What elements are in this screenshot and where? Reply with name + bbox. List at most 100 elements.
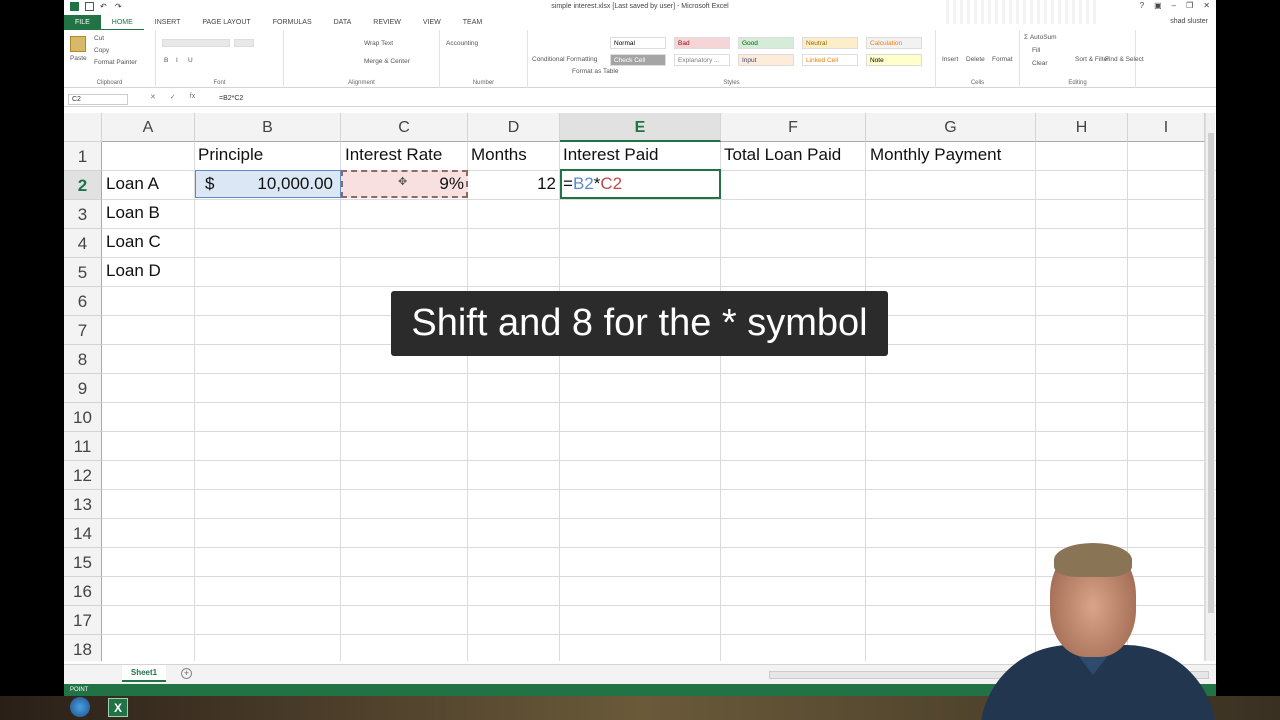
number-format-select[interactable]: Accounting (446, 40, 478, 47)
style-explanatory[interactable]: Explanatory ... (674, 54, 730, 66)
style-good[interactable]: Good (738, 37, 794, 49)
cell-c2[interactable]: 9% (408, 170, 464, 198)
tab-insert[interactable]: INSERT (144, 15, 192, 30)
row-header-13[interactable]: 13 (64, 490, 102, 519)
formula-input[interactable]: =B2*C2 (219, 95, 243, 102)
tab-formulas[interactable]: FORMULAS (262, 15, 323, 30)
enter-icon[interactable]: ✓ (170, 93, 176, 101)
vertical-scroll-thumb[interactable] (1208, 133, 1214, 613)
cell-a2[interactable]: Loan A (106, 170, 159, 198)
cell-d1[interactable]: Months (471, 141, 527, 169)
format-painter-button[interactable]: Format Painter (94, 59, 137, 66)
underline-button[interactable]: U (188, 57, 193, 64)
cell-e2[interactable]: =B2*C2 (563, 170, 622, 198)
style-calculation[interactable]: Calculation (866, 37, 922, 49)
new-sheet-icon[interactable]: + (181, 668, 192, 679)
row-header-15[interactable]: 15 (64, 548, 102, 577)
style-normal[interactable]: Normal (610, 37, 666, 49)
row-header-7[interactable]: 7 (64, 316, 102, 345)
row-header-10[interactable]: 10 (64, 403, 102, 432)
fill-button[interactable]: Fill (1032, 47, 1040, 54)
name-box[interactable]: C2 (68, 94, 128, 105)
sheet-tab-sheet1[interactable]: Sheet1 (122, 665, 166, 682)
windows-start-icon[interactable] (70, 697, 90, 717)
row-header-1[interactable]: 1 (64, 142, 102, 171)
bold-button[interactable]: B (164, 57, 168, 64)
format-cells-button[interactable]: Format (992, 56, 1013, 63)
excel-taskbar-icon[interactable]: X (108, 698, 128, 717)
row-header-6[interactable]: 6 (64, 287, 102, 316)
style-bad[interactable]: Bad (674, 37, 730, 49)
cut-button[interactable]: Cut (94, 35, 104, 42)
italic-button[interactable]: I (176, 57, 178, 64)
row-header-11[interactable]: 11 (64, 432, 102, 461)
tab-home[interactable]: HOME (100, 15, 144, 30)
cell-f1[interactable]: Total Loan Paid (724, 141, 841, 169)
column-header-g[interactable]: G (866, 113, 1036, 142)
row-header-8[interactable]: 8 (64, 345, 102, 374)
cancel-icon[interactable]: ✕ (150, 93, 156, 101)
select-all-corner[interactable] (64, 113, 102, 142)
row-header-12[interactable]: 12 (64, 461, 102, 490)
style-input[interactable]: Input (738, 54, 794, 66)
style-neutral[interactable]: Neutral (802, 37, 858, 49)
find-select-button[interactable]: Find & Select (1105, 56, 1144, 63)
style-check-cell[interactable]: Check Cell (610, 54, 666, 66)
row-header-4[interactable]: 4 (64, 229, 102, 258)
tab-review[interactable]: REVIEW (362, 15, 412, 30)
cell-g1[interactable]: Monthly Payment (870, 141, 1001, 169)
cell-d2[interactable]: 12 (484, 170, 556, 198)
column-header-f[interactable]: F (721, 113, 866, 142)
column-header-b[interactable]: B (195, 113, 341, 142)
cell-a4[interactable]: Loan C (106, 228, 161, 256)
cell-a5[interactable]: Loan D (106, 257, 161, 285)
paste-icon[interactable] (70, 36, 86, 52)
row-header-2[interactable]: 2 (64, 171, 102, 200)
clear-button[interactable]: Clear (1032, 60, 1048, 67)
column-header-h[interactable]: H (1036, 113, 1128, 142)
cell-e1[interactable]: Interest Paid (563, 141, 658, 169)
paste-button[interactable]: Paste (70, 55, 87, 62)
cell-b2-currency[interactable]: $ (205, 170, 214, 198)
cell-b1[interactable]: Principle (198, 141, 263, 169)
row-header-5[interactable]: 5 (64, 258, 102, 287)
copy-button[interactable]: Copy (94, 47, 109, 54)
format-as-table-button[interactable]: Format as Table (572, 68, 618, 75)
help-icon[interactable]: ? (1140, 1, 1144, 10)
tab-view[interactable]: VIEW (412, 15, 452, 30)
tab-file[interactable]: FILE (64, 15, 101, 30)
row-header-17[interactable]: 17 (64, 606, 102, 635)
cell-b2[interactable]: 10,000.00 (245, 170, 333, 198)
minimize-icon[interactable]: – (1172, 1, 1176, 10)
tab-data[interactable]: DATA (323, 15, 363, 30)
row-header-3[interactable]: 3 (64, 200, 102, 229)
cell-a3[interactable]: Loan B (106, 199, 160, 227)
insert-cells-button[interactable]: Insert (942, 56, 958, 63)
column-header-a[interactable]: A (102, 113, 195, 142)
conditional-formatting-button[interactable]: Conditional Formatting (532, 56, 597, 63)
style-note[interactable]: Note (866, 54, 922, 66)
style-linked-cell[interactable]: Linked Cell (802, 54, 858, 66)
delete-cells-button[interactable]: Delete (966, 56, 985, 63)
tab-team[interactable]: TEAM (452, 15, 493, 30)
wrap-text-button[interactable]: Wrap Text (364, 40, 393, 47)
row-header-14[interactable]: 14 (64, 519, 102, 548)
merge-center-button[interactable]: Merge & Center (364, 58, 410, 65)
insert-function-icon[interactable]: fx (190, 93, 195, 101)
column-header-e[interactable]: E (560, 113, 721, 142)
autosum-button[interactable]: Σ AutoSum (1024, 34, 1057, 41)
font-size-select[interactable] (234, 39, 254, 47)
row-header-9[interactable]: 9 (64, 374, 102, 403)
cell-c1[interactable]: Interest Rate (345, 141, 442, 169)
signed-in-user[interactable]: shad sluster (1170, 18, 1208, 25)
ribbon-display-icon[interactable]: ▣ (1154, 1, 1162, 10)
close-icon[interactable]: ✕ (1203, 1, 1210, 10)
column-header-c[interactable]: C (341, 113, 468, 142)
tab-page-layout[interactable]: PAGE LAYOUT (191, 15, 261, 30)
restore-icon[interactable]: ❐ (1186, 1, 1193, 10)
column-header-i[interactable]: I (1128, 113, 1205, 142)
font-name-select[interactable] (162, 39, 230, 47)
column-header-d[interactable]: D (468, 113, 560, 142)
row-header-18[interactable]: 18 (64, 635, 102, 661)
row-header-16[interactable]: 16 (64, 577, 102, 606)
